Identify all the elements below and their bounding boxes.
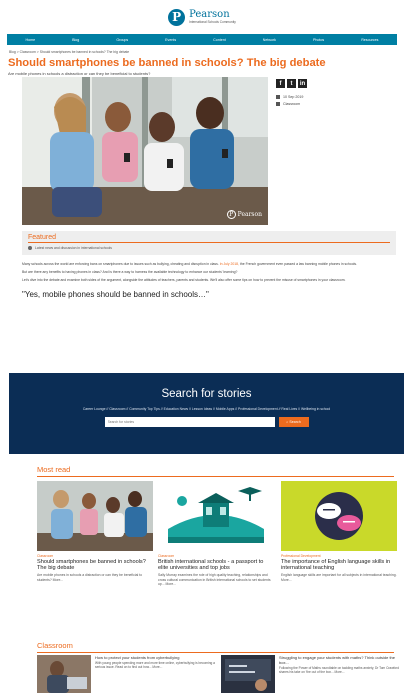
most-read-divider xyxy=(37,476,394,477)
community-icon xyxy=(28,246,32,250)
nav-content[interactable]: Content xyxy=(213,38,226,42)
para1-text: Many schools across the world are enforc… xyxy=(22,262,219,266)
classroom-item-title[interactable]: Struggling to engage your students with … xyxy=(279,655,404,665)
brand-name: Pearson xyxy=(189,8,230,20)
featured-line[interactable]: Latest news and discussion in internatio… xyxy=(28,246,390,250)
article-top: P Pearson f t in 10 Sep 2019 Classroom xyxy=(0,77,404,227)
article-category-text: Classroom xyxy=(283,102,301,106)
search-row: ⌕ Search xyxy=(9,417,404,427)
article-category[interactable]: Classroom xyxy=(276,102,300,106)
linkedin-icon[interactable]: in xyxy=(298,79,307,88)
graduation-bridge-illustration xyxy=(158,481,274,551)
nav-events[interactable]: Events xyxy=(165,38,176,42)
featured-box: Featured Latest news and discussion in i… xyxy=(22,231,396,255)
students-phones-thumbnail xyxy=(37,481,153,551)
july-2018-link[interactable]: In July 2018, xyxy=(220,262,239,266)
twitter-icon[interactable]: t xyxy=(287,79,296,88)
card-description: Are mobile phones in schools a distracti… xyxy=(37,573,142,582)
featured-line-text: Latest news and discussion in internatio… xyxy=(35,246,112,250)
article-date: 10 Sep 2019 xyxy=(276,95,303,99)
share-icons: f t in xyxy=(276,79,307,88)
card-image xyxy=(158,481,274,551)
article-title: Should smartphones be banned in schools?… xyxy=(8,57,326,69)
calendar-icon xyxy=(276,95,280,99)
most-read-card[interactable]: Classroom British international schools … xyxy=(158,481,274,587)
article-paragraph: Let's dive into the debate and examine b… xyxy=(22,278,346,282)
nav-network[interactable]: Network xyxy=(263,38,276,42)
most-read-heading: Most read xyxy=(37,465,71,474)
card-image xyxy=(281,481,397,551)
article-paragraph: Many schools across the world are enforc… xyxy=(22,262,395,267)
card-description: English language skills are important fo… xyxy=(281,573,397,582)
card-category[interactable]: Professional Development xyxy=(281,554,397,558)
folder-icon xyxy=(276,102,280,106)
pull-quote: "Yes, mobile phones should be banned in … xyxy=(22,290,209,299)
search-button-label: Search xyxy=(289,420,301,424)
search-icon: ⌕ xyxy=(286,420,289,424)
student-laptop-thumbnail xyxy=(37,655,91,693)
brand-tagline: International Schools Community xyxy=(189,19,236,24)
pearson-watermark-icon: P xyxy=(226,210,236,219)
search-title: Search for stories xyxy=(161,388,252,400)
search-panel: Search for stories Career Lounge // Clas… xyxy=(9,373,404,454)
nav-blog[interactable]: Blog xyxy=(72,38,79,42)
card-title[interactable]: Should smartphones be banned in schools?… xyxy=(37,559,153,571)
nav-groups[interactable]: Groups xyxy=(116,38,128,42)
classroom-item-title[interactable]: How to protect your students from cyberb… xyxy=(95,655,220,660)
nav-home[interactable]: Home xyxy=(26,38,36,42)
site-header: P Pearson International Schools Communit… xyxy=(0,0,404,34)
breadcrumb[interactable]: Blog > Classroom > Should smartphones be… xyxy=(9,50,404,56)
article-paragraph: But are there any benefits to having pho… xyxy=(22,270,238,274)
pearson-logo[interactable]: P Pearson International Schools Communit… xyxy=(168,8,236,26)
speech-bubbles-illustration xyxy=(281,481,397,551)
students-with-phones-illustration xyxy=(22,77,268,225)
classroom-thumbnail xyxy=(221,655,275,693)
card-title[interactable]: British international schools - a passpo… xyxy=(158,559,274,571)
hero-watermark: P Pearson xyxy=(226,210,262,219)
nav-photos[interactable]: Photos xyxy=(313,38,324,42)
nav-resources[interactable]: Resources xyxy=(361,38,378,42)
main-nav: Home Blog Groups Events Content Network … xyxy=(7,34,397,45)
featured-title: Featured xyxy=(28,234,390,243)
hero-watermark-text: Pearson xyxy=(237,211,262,218)
card-title[interactable]: The importance of English language skill… xyxy=(281,559,397,571)
most-read-card[interactable]: Professional Development The importance … xyxy=(281,481,397,582)
facebook-icon[interactable]: f xyxy=(276,79,285,88)
classroom-thumbnail xyxy=(37,655,91,693)
card-image xyxy=(37,481,153,551)
classroom-divider xyxy=(37,652,394,653)
classroom-item[interactable]: How to protect your students from cyberb… xyxy=(37,655,220,693)
article-date-text: 10 Sep 2019 xyxy=(283,95,304,99)
para1-end: the French government even passed a law … xyxy=(239,262,357,266)
card-description: Sally Murray examines the role of high q… xyxy=(158,573,271,587)
classroom-item[interactable]: Struggling to engage your students with … xyxy=(221,655,404,693)
classroom-item-desc: Following the Power of Maths roundtable … xyxy=(279,666,399,675)
maths-board-thumbnail xyxy=(221,655,275,693)
classroom-heading: Classroom xyxy=(37,641,73,650)
most-read-card[interactable]: Classroom Should smartphones be banned i… xyxy=(37,481,153,582)
card-category[interactable]: Classroom xyxy=(158,554,274,558)
search-categories[interactable]: Career Lounge // Classroom // Community … xyxy=(39,406,374,412)
card-category[interactable]: Classroom xyxy=(37,554,153,558)
classroom-item-desc: With young people spending more and more… xyxy=(95,661,215,670)
pearson-logo-mark: P xyxy=(168,8,186,26)
search-input[interactable] xyxy=(104,417,275,427)
search-button[interactable]: ⌕ Search xyxy=(278,417,309,427)
hero-image: P Pearson xyxy=(22,77,268,225)
article-body: Many schools across the world are enforc… xyxy=(22,262,395,283)
